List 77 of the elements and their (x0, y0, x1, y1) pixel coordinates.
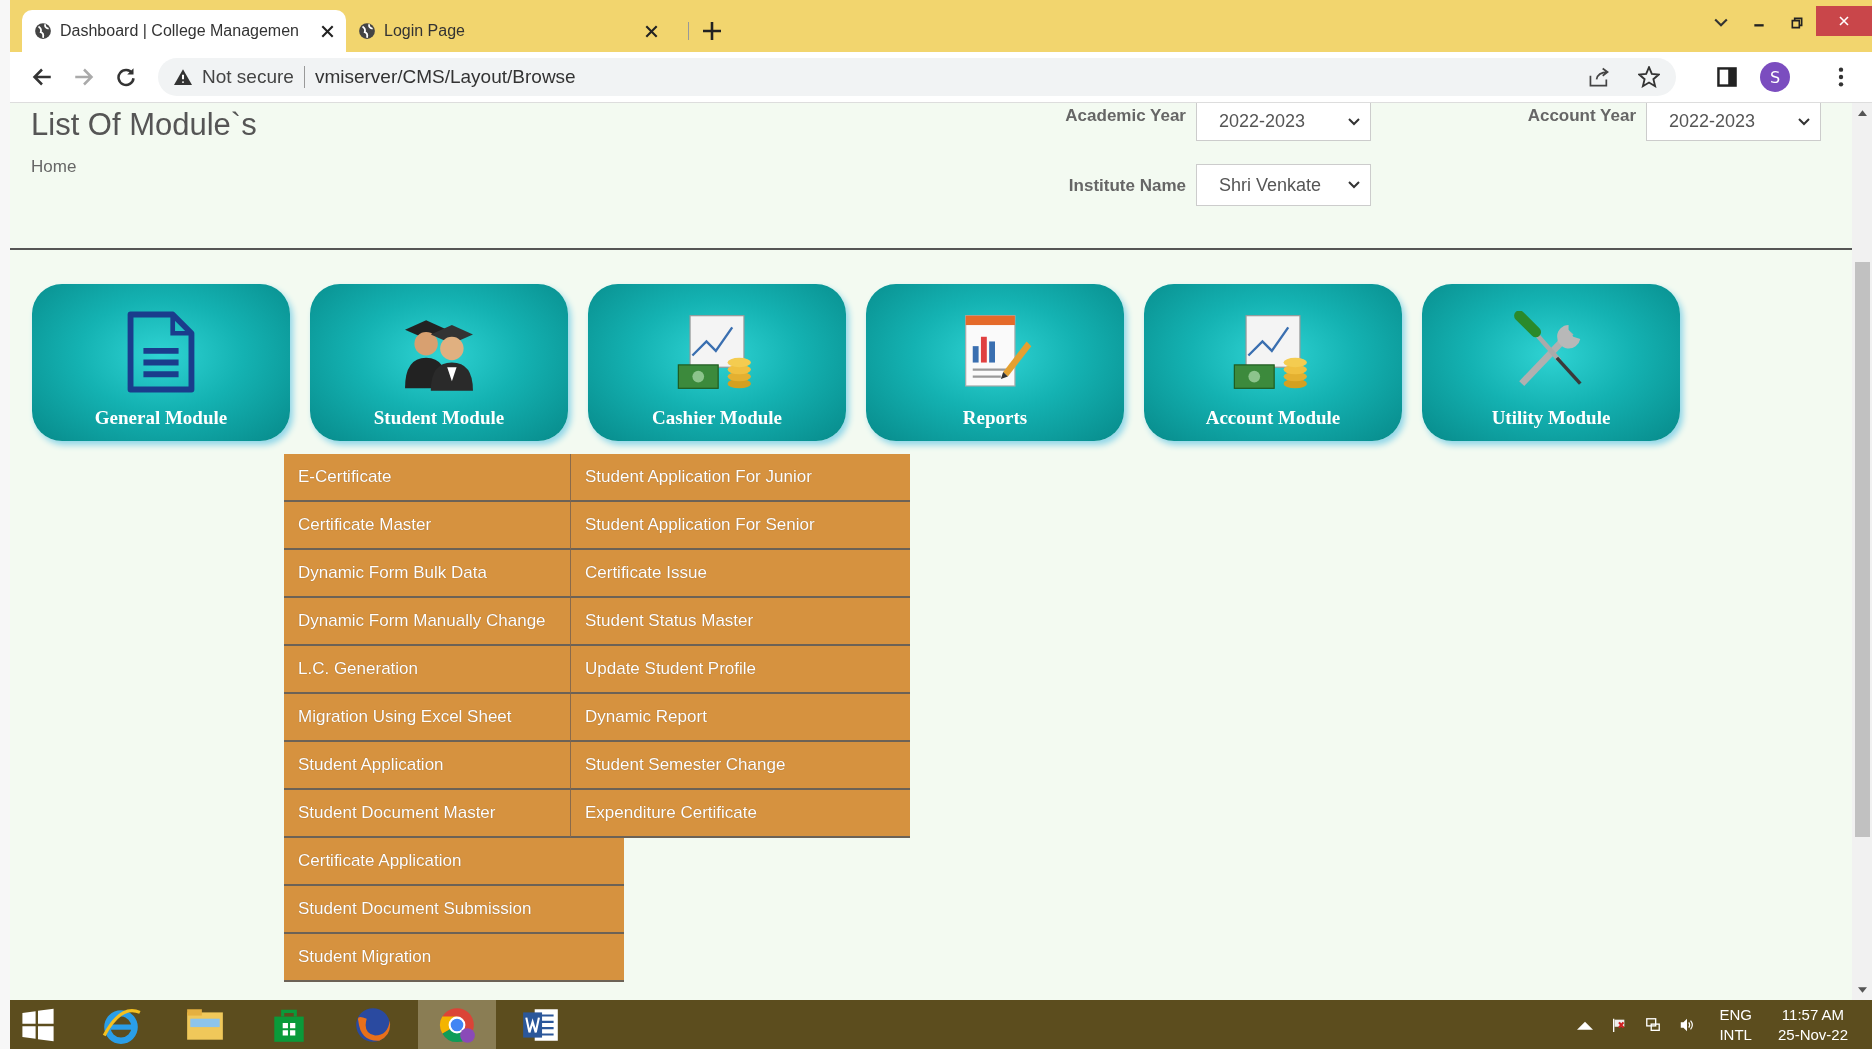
menu-item[interactable]: Student Application For Junior (571, 454, 910, 502)
caret-icon (1348, 181, 1360, 189)
close-icon (1838, 15, 1850, 27)
address-bar[interactable]: Not secure vmiserver/CMS/Layout/Browse (158, 58, 1676, 96)
language-code: ENG (1719, 1004, 1752, 1025)
new-tab-icon[interactable] (688, 22, 721, 40)
back-icon[interactable] (32, 67, 52, 87)
warning-icon (174, 69, 192, 85)
menu-item[interactable]: Certificate Master (284, 502, 571, 550)
url-text: vmiserver/CMS/Layout/Browse (314, 66, 576, 88)
scroll-down-icon[interactable] (1857, 987, 1867, 994)
menu-item[interactable]: Student Document Master (284, 790, 571, 838)
caret-icon (1798, 117, 1810, 126)
keyboard-layout: INTL (1719, 1024, 1752, 1045)
menu-item[interactable]: L.C. Generation (284, 646, 571, 694)
module-name: Reports (962, 407, 1028, 429)
module-name: Account Module (1205, 407, 1341, 429)
filter-label: Institute Name (1067, 175, 1186, 196)
module-name: General Module (94, 407, 228, 429)
speaker-icon[interactable] (1679, 1016, 1696, 1033)
menu-item[interactable]: Dynamic Form Manually Change (284, 598, 571, 646)
star-icon[interactable] (1638, 66, 1660, 88)
menu-item[interactable]: Expenditure Certificate (571, 790, 910, 838)
menu-item[interactable]: Student Status Master (571, 598, 910, 646)
profile-avatar[interactable]: S (1760, 62, 1790, 92)
module-tile[interactable]: Account Module (1144, 284, 1402, 441)
tab-title: Dashboard | College Managemen (60, 22, 300, 40)
menu-item[interactable]: Student Document Submission (284, 886, 624, 934)
module-tile[interactable]: General Module (32, 284, 290, 441)
module-tile[interactable]: Student Module (310, 284, 568, 441)
scroll-up-icon[interactable] (1857, 109, 1867, 116)
menu-item[interactable]: Student Semester Change (571, 742, 910, 790)
network-icon[interactable] (1645, 1016, 1662, 1033)
filter-label: Account Year (1526, 105, 1636, 126)
filter-label: Academic Year (1064, 105, 1186, 126)
menu-item[interactable]: Student Migration (284, 934, 624, 982)
dropdown-field[interactable]: Shri Venkate (1196, 164, 1371, 206)
side-panel-icon[interactable] (1716, 66, 1738, 88)
globe-icon (358, 22, 376, 40)
menu-item[interactable]: Update Student Profile (571, 646, 910, 694)
breadcrumb-link[interactable]: Home (31, 157, 77, 177)
menu-item[interactable]: Student Application For Senior (571, 502, 910, 550)
dropdown-field[interactable]: 2022-2023 (1196, 103, 1371, 141)
tab-title: Login Page (384, 22, 466, 40)
restore-icon[interactable] (1790, 16, 1804, 30)
security-label: Not secure (202, 66, 294, 88)
menu-item[interactable]: Certificate Issue (571, 550, 910, 598)
browser-tab[interactable]: Login Page (346, 10, 670, 52)
input-language-indicator[interactable]: ENG INTL (1719, 1004, 1752, 1045)
reload-icon[interactable] (116, 67, 136, 87)
close-button[interactable] (1816, 6, 1872, 36)
windows-start-icon[interactable] (20, 1006, 56, 1043)
menu-item[interactable]: E-Certificate (284, 454, 571, 502)
clock-time: 11:57 AM (1781, 1004, 1845, 1025)
module-name: Utility Module (1491, 407, 1611, 429)
module-name: Student Module (373, 407, 505, 429)
module-tile[interactable]: Cashier Module (588, 284, 846, 441)
caret-icon (1348, 117, 1360, 126)
close-icon[interactable] (321, 24, 334, 38)
scrollbar[interactable] (1852, 103, 1872, 1000)
module-tile[interactable]: Reports (866, 284, 1124, 441)
share-icon[interactable] (1588, 66, 1610, 88)
module-tile[interactable]: Utility Module (1422, 284, 1680, 441)
taskbar-app[interactable] (418, 1000, 496, 1049)
clock-date: 25-Nov-22 (1777, 1024, 1848, 1045)
menu-item[interactable]: Certificate Application (284, 838, 624, 886)
menu-item[interactable]: Dynamic Report (571, 694, 910, 742)
page-title: List Of Module`s (31, 107, 258, 143)
menu-item[interactable]: Migration Using Excel Sheet (284, 694, 571, 742)
menu-item[interactable]: Student Application (284, 742, 571, 790)
menu-item[interactable]: Dynamic Form Bulk Data (284, 550, 571, 598)
module-name: Cashier Module (652, 407, 782, 429)
dropdown-field[interactable]: 2022-2023 (1646, 103, 1821, 141)
close-icon[interactable] (645, 24, 658, 38)
clock[interactable]: 11:57 AM 25-Nov-22 (1777, 1004, 1848, 1045)
browser-tab[interactable]: Dashboard | College Managemen (22, 10, 346, 52)
globe-icon (34, 22, 52, 40)
